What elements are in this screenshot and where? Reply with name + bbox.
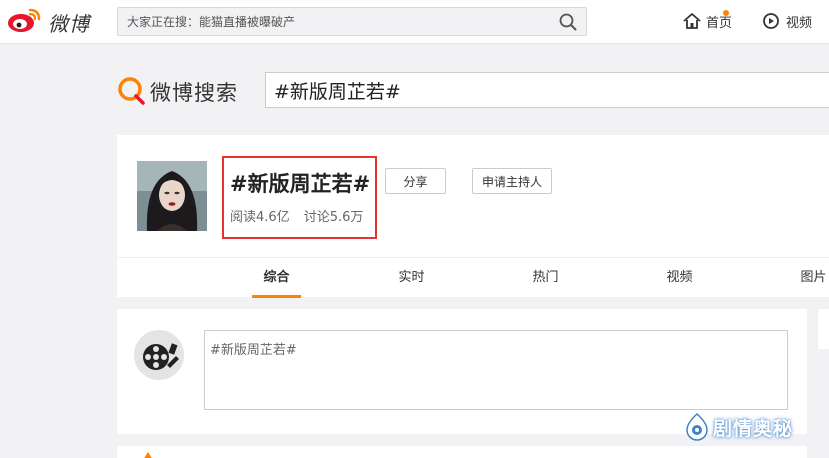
post-textarea[interactable]: #新版周芷若# [204,330,788,410]
global-search [117,7,587,36]
topic-tabs: 综合 实时 热门 视频 图片 [117,257,829,298]
nav-video[interactable]: 视频 [762,11,812,31]
topic-card: #新版周芷若# 阅读4.6亿 讨论5.6万 分享 申请主持人 综合 实时 热门 … [117,135,829,298]
weibo-search-title: 微博搜索 [150,81,238,105]
weibo-search-input[interactable] [266,73,829,107]
nav-home[interactable]: 首页 [682,10,732,31]
nav-video-label: 视频 [786,15,813,31]
weibo-logo[interactable]: 微博 [6,4,90,36]
topic-avatar [137,161,207,231]
weibo-logo-icon [8,8,41,32]
top-navbar: 微博 首页 视频 [0,0,829,44]
tab-video[interactable]: 视频 [655,258,704,298]
tab-pictures[interactable]: 图片 [789,258,829,298]
logo-text: 微博 [48,12,90,36]
weibo-search-logo-icon [118,77,145,105]
topic-discussion-count: 讨论5.6万 [303,210,364,225]
share-button[interactable]: 分享 [385,168,446,194]
watermark-logo-icon [686,413,708,441]
topic-portrait-image [137,161,207,231]
film-reel-icon [134,330,184,380]
apply-host-button[interactable]: 申请主持人 [472,168,552,194]
search-icon[interactable] [559,13,577,31]
topic-title[interactable]: #新版周芷若# [230,168,370,198]
tab-realtime[interactable]: 实时 [387,258,436,298]
tab-hot[interactable]: 热门 [521,258,570,298]
user-avatar[interactable] [134,330,184,380]
watermark-text: 剧情奥秘 [713,417,794,440]
feed-card [117,446,807,458]
weibo-search-box [265,72,829,108]
fire-icon [144,452,152,458]
home-icon [683,13,701,29]
watermark: 剧情奥秘 [684,411,793,443]
video-icon [763,13,779,29]
global-search-input[interactable] [118,8,548,35]
tab-comprehensive[interactable]: 综合 [252,258,301,298]
side-panel-edge [817,309,829,349]
notification-dot [723,10,729,16]
topic-read-count: 阅读4.6亿 [230,210,290,225]
topic-stats: 阅读4.6亿 讨论5.6万 [230,206,363,225]
